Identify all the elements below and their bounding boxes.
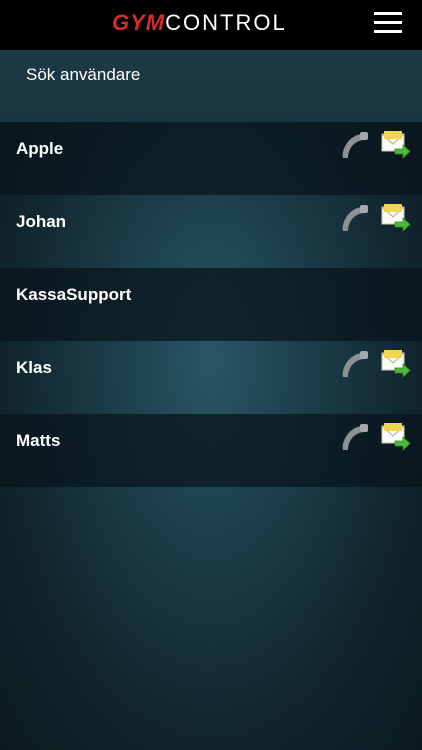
menu-line [374, 21, 402, 24]
search-bar [0, 50, 422, 122]
logo-gym-text: GYM [112, 10, 166, 35]
list-item[interactable]: Klas [0, 341, 422, 414]
user-name: KassaSupport [16, 285, 132, 304]
gymcontrol-logo: GYMCONTROL [112, 10, 287, 36]
phone-icon[interactable] [340, 203, 370, 233]
menu-line [374, 12, 402, 15]
mail-send-icon[interactable] [380, 201, 412, 233]
user-name: Klas [16, 358, 52, 377]
list-item[interactable]: Matts [0, 414, 422, 487]
phone-icon[interactable] [340, 349, 370, 379]
list-item[interactable]: KassaSupport [0, 268, 422, 341]
user-name: Johan [16, 212, 67, 231]
logo-control-text: CONTROL [165, 10, 287, 35]
app-header: GYMCONTROL [0, 0, 422, 50]
search-input[interactable] [14, 60, 406, 90]
menu-line [374, 30, 402, 33]
mail-send-icon[interactable] [380, 128, 412, 160]
user-name: Apple [16, 139, 64, 158]
user-list: Apple Johan KassaSupport Klas Matts [0, 122, 422, 487]
hamburger-menu-icon[interactable] [374, 11, 402, 35]
list-item[interactable]: Apple [0, 122, 422, 195]
mail-send-icon[interactable] [380, 347, 412, 379]
user-name: Matts [16, 431, 61, 450]
phone-icon[interactable] [340, 422, 370, 452]
phone-icon[interactable] [340, 130, 370, 160]
list-item[interactable]: Johan [0, 195, 422, 268]
mail-send-icon[interactable] [380, 420, 412, 452]
